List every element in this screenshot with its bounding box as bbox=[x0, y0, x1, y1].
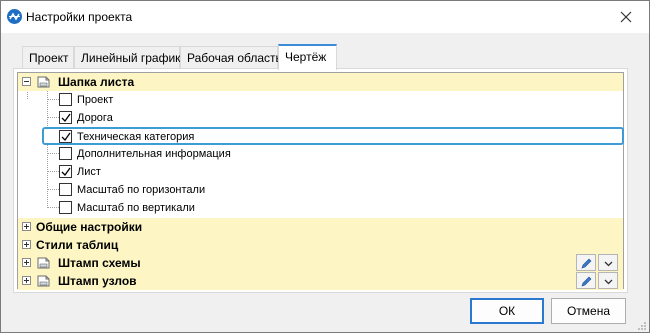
tree-item[interactable]: Лист bbox=[18, 163, 623, 181]
tree-item-label: Техническая категория bbox=[77, 131, 195, 143]
dropdown-button[interactable] bbox=[598, 254, 618, 271]
tree-group-header[interactable]: Шапка листа bbox=[18, 73, 623, 91]
tree-group-label: Шапка листа bbox=[58, 75, 135, 89]
tree-item-label: Масштаб по вертикали bbox=[77, 202, 195, 214]
pencil-icon bbox=[581, 258, 592, 269]
close-icon bbox=[620, 11, 632, 23]
tree-item-selected[interactable]: Техническая категория bbox=[42, 127, 624, 145]
settings-tree[interactable]: Шапка листа Проект Дорога Техническая ка… bbox=[17, 72, 624, 290]
ok-button[interactable]: ОК bbox=[470, 298, 544, 324]
checkbox-tech-category[interactable] bbox=[59, 130, 72, 143]
close-button[interactable] bbox=[612, 5, 640, 29]
chevron-down-icon bbox=[604, 279, 613, 285]
tree-item[interactable]: Дорога bbox=[18, 109, 623, 127]
tree-group-label: Штамп схемы bbox=[58, 256, 141, 270]
expand-toggle[interactable] bbox=[22, 222, 31, 231]
app-logo-icon bbox=[7, 9, 22, 24]
document-icon bbox=[37, 76, 50, 88]
tree-group-general[interactable]: Общие настройки bbox=[18, 218, 623, 236]
edit-button[interactable] bbox=[576, 254, 596, 271]
tree-group-table-styles[interactable]: Стили таблиц bbox=[18, 236, 623, 254]
document-icon bbox=[37, 257, 50, 269]
pencil-icon bbox=[581, 276, 592, 287]
expand-toggle[interactable] bbox=[22, 240, 31, 249]
checkmark-icon bbox=[61, 113, 71, 123]
tree-group-label: Стили таблиц bbox=[36, 238, 119, 252]
tree-group-scheme-stamp[interactable]: Штамп схемы bbox=[18, 254, 623, 272]
tab-drawing[interactable]: Чертёж bbox=[278, 44, 337, 70]
expand-toggle[interactable] bbox=[22, 276, 31, 285]
resize-grip-icon[interactable] bbox=[637, 321, 647, 331]
title-bar[interactable]: Настройки проекта bbox=[1, 1, 649, 33]
tab-panel: Шапка листа Проект Дорога Техническая ка… bbox=[13, 68, 628, 293]
tree-item[interactable]: Масштаб по вертикали bbox=[18, 199, 623, 217]
tree-item-label: Проект bbox=[77, 94, 114, 106]
checkbox-horizontal-scale[interactable] bbox=[59, 183, 72, 196]
checkbox-project[interactable] bbox=[59, 93, 72, 106]
expand-toggle[interactable] bbox=[22, 258, 31, 267]
tree-group-label: Общие настройки bbox=[36, 220, 143, 234]
tree-item-label: Дорога bbox=[77, 112, 113, 124]
tree-group-label: Штамп узлов bbox=[58, 274, 137, 288]
tree-item-label: Лист bbox=[77, 166, 101, 178]
checkbox-road[interactable] bbox=[59, 111, 72, 124]
window-title: Настройки проекта bbox=[26, 10, 133, 24]
tree-item[interactable]: Дополнительная информация bbox=[18, 145, 623, 163]
tab-work-area[interactable]: Рабочая область bbox=[180, 46, 282, 69]
chevron-down-icon bbox=[604, 261, 613, 267]
cancel-button[interactable]: Отмена bbox=[551, 298, 626, 324]
dropdown-button[interactable] bbox=[598, 272, 618, 289]
tree-item[interactable]: Проект bbox=[18, 91, 623, 109]
tree-item[interactable]: Масштаб по горизонтали bbox=[18, 181, 623, 199]
tab-project[interactable]: Проект bbox=[22, 46, 74, 69]
tree-group-node-stamp[interactable]: Штамп узлов bbox=[18, 272, 623, 290]
document-icon bbox=[37, 275, 50, 287]
collapse-toggle[interactable] bbox=[22, 77, 31, 86]
tab-linear-graph[interactable]: Линейный график bbox=[74, 46, 180, 69]
checkbox-vertical-scale[interactable] bbox=[59, 201, 72, 214]
checkbox-sheet[interactable] bbox=[59, 165, 72, 178]
checkbox-additional-info[interactable] bbox=[59, 147, 72, 160]
checkmark-icon bbox=[61, 167, 71, 177]
tree-item-label: Масштаб по горизонтали bbox=[77, 184, 206, 196]
tree-item-label: Дополнительная информация bbox=[77, 148, 231, 160]
project-settings-dialog: Настройки проекта Проект Линейный график… bbox=[0, 0, 650, 333]
edit-button[interactable] bbox=[576, 272, 596, 289]
checkmark-icon bbox=[61, 132, 71, 142]
